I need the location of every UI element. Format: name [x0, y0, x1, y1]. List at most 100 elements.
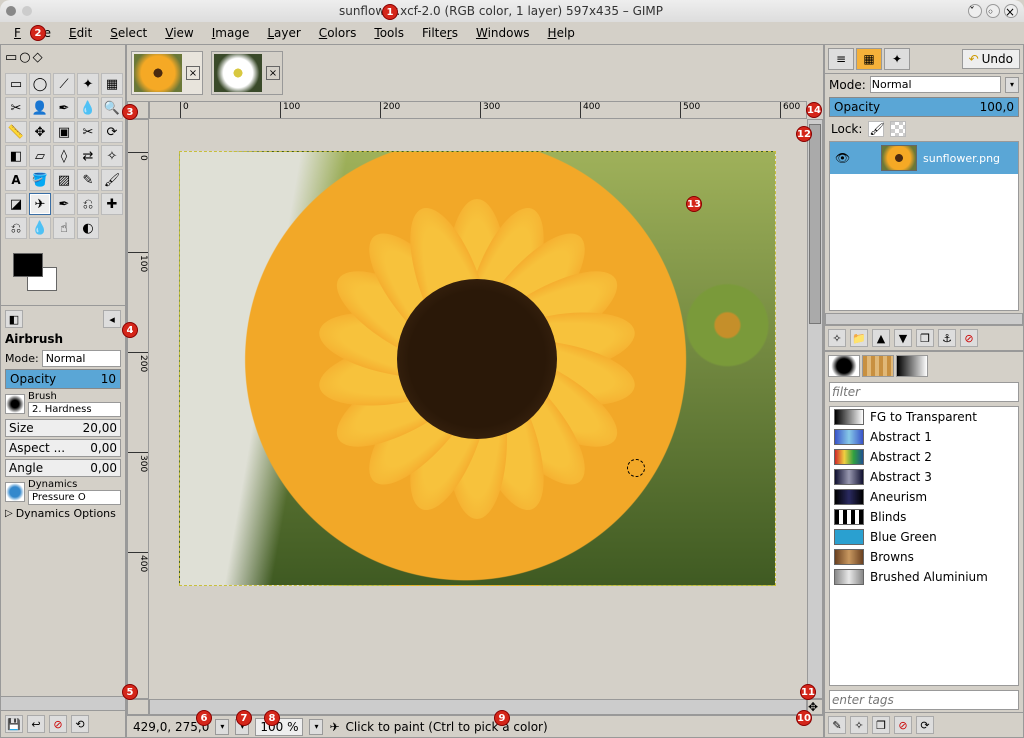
flip-tool[interactable]: ⇄: [77, 145, 99, 167]
by-color-select-tool[interactable]: ▦: [101, 73, 123, 95]
zoom-dropdown-right[interactable]: ▾: [309, 719, 323, 735]
quickmask-toggle[interactable]: [127, 699, 149, 715]
horizontal-ruler[interactable]: 0100200300400500600: [149, 101, 807, 119]
crop-tool[interactable]: ✂: [77, 121, 99, 143]
close-button[interactable]: ×: [1004, 4, 1018, 18]
airbrush-tool[interactable]: ✈: [29, 193, 51, 215]
gradients-tab-icon[interactable]: [896, 355, 928, 377]
scale-tool[interactable]: ◧: [5, 145, 27, 167]
gradient-tags-input[interactable]: [829, 690, 1019, 710]
menu-edit[interactable]: Edit: [61, 24, 100, 42]
align-tool[interactable]: ▣: [53, 121, 75, 143]
reset-preset-icon[interactable]: ⟲: [71, 715, 89, 733]
clone-tool[interactable]: ⎌: [77, 193, 99, 215]
shear-tool[interactable]: ▱: [29, 145, 51, 167]
opacity-slider[interactable]: Opacity 10: [5, 369, 121, 389]
gradient-item[interactable]: Abstract 1: [830, 427, 1018, 447]
raise-layer-icon[interactable]: ▲: [872, 329, 890, 347]
lock-alpha-icon[interactable]: [890, 121, 906, 137]
move-tool[interactable]: ✥: [29, 121, 51, 143]
gradient-item[interactable]: Blue Green: [830, 527, 1018, 547]
layers-hscroll[interactable]: [825, 313, 1023, 325]
text-tool[interactable]: A: [5, 169, 27, 191]
size-field[interactable]: Size20,00: [5, 419, 121, 437]
aspect-field[interactable]: Aspect ...0,00: [5, 439, 121, 457]
layer-opacity-slider[interactable]: Opacity100,0: [829, 97, 1019, 117]
refresh-gradient-icon[interactable]: ⟳: [916, 716, 934, 734]
layer-mode-select[interactable]: Normal: [870, 76, 1001, 93]
brush-name[interactable]: 2. Hardness: [28, 402, 121, 417]
restore-preset-icon[interactable]: ↩: [27, 715, 45, 733]
delete-gradient-icon[interactable]: ⊘: [894, 716, 912, 734]
mode-select[interactable]: Normal: [42, 350, 121, 367]
image-tab-daisy[interactable]: ×: [211, 51, 283, 95]
gradient-item[interactable]: Brushed Aluminium: [830, 567, 1018, 587]
layers-tab-icon[interactable]: ≡: [828, 48, 854, 70]
paths-tab-icon[interactable]: ✦: [884, 48, 910, 70]
expand-icon[interactable]: ▷: [5, 508, 13, 519]
menu-colors[interactable]: Colors: [311, 24, 365, 42]
dropdown-icon[interactable]: ▾: [1005, 77, 1019, 93]
gradient-filter-input[interactable]: [829, 382, 1019, 402]
perspective-clone-tool[interactable]: ⎌: [5, 217, 27, 239]
measure-tool[interactable]: 📏: [5, 121, 27, 143]
gradient-item[interactable]: Aneurism: [830, 487, 1018, 507]
menu-layer[interactable]: Layer: [259, 24, 308, 42]
color-picker-tool[interactable]: 💧: [77, 97, 99, 119]
detach-icon[interactable]: ◂: [103, 310, 121, 328]
angle-field[interactable]: Angle0,00: [5, 459, 121, 477]
tool-options-tab-icon[interactable]: ◧: [5, 310, 23, 328]
gradient-item[interactable]: Browns: [830, 547, 1018, 567]
rect-select-tool[interactable]: ▭: [5, 73, 27, 95]
heal-tool[interactable]: ✚: [101, 193, 123, 215]
paintbrush-tool[interactable]: 🖌: [101, 169, 123, 191]
gradient-item[interactable]: Blinds: [830, 507, 1018, 527]
units-dropdown[interactable]: ▾: [215, 719, 229, 735]
menu-view[interactable]: View: [157, 24, 201, 42]
undo-button[interactable]: ↶Undo: [962, 49, 1020, 69]
menu-help[interactable]: Help: [540, 24, 583, 42]
gradient-item[interactable]: Abstract 3: [830, 467, 1018, 487]
cage-tool[interactable]: ✧: [101, 145, 123, 167]
fuzzy-select-tool[interactable]: ✦: [77, 73, 99, 95]
foreground-select-tool[interactable]: 👤: [29, 97, 51, 119]
save-preset-icon[interactable]: 💾: [5, 715, 23, 733]
brush-thumb-icon[interactable]: [5, 394, 25, 414]
dodge-burn-tool[interactable]: ◐: [77, 217, 99, 239]
zoom-tool[interactable]: 🔍: [101, 97, 123, 119]
channels-tab-icon[interactable]: ▦: [856, 48, 882, 70]
ellipse-select-tool[interactable]: ◯: [29, 73, 51, 95]
free-select-tool[interactable]: ⟋: [53, 73, 75, 95]
color-swatches[interactable]: [7, 249, 119, 299]
rotate-tool[interactable]: ⟳: [101, 121, 123, 143]
scissors-tool[interactable]: ✂: [5, 97, 27, 119]
menu-image[interactable]: Image: [204, 24, 258, 42]
new-layer-icon[interactable]: ✧: [828, 329, 846, 347]
new-group-icon[interactable]: 📁: [850, 329, 868, 347]
menu-filters[interactable]: Filters: [414, 24, 466, 42]
gradient-item[interactable]: FG to Transparent: [830, 407, 1018, 427]
patterns-tab-icon[interactable]: [862, 355, 894, 377]
minimize-button[interactable]: ˇ: [968, 4, 982, 18]
duplicate-gradient-icon[interactable]: ❐: [872, 716, 890, 734]
maximize-button[interactable]: ◦: [986, 4, 1000, 18]
brushes-tab-icon[interactable]: [828, 355, 860, 377]
lock-pixels-icon[interactable]: 🖌: [868, 121, 884, 137]
canvas-viewport[interactable]: [149, 119, 807, 699]
bucket-fill-tool[interactable]: 🪣: [29, 169, 51, 191]
toolbox-hscroll[interactable]: [1, 697, 125, 710]
lower-layer-icon[interactable]: ▼: [894, 329, 912, 347]
blur-tool[interactable]: 💧: [29, 217, 51, 239]
eraser-tool[interactable]: ◪: [5, 193, 27, 215]
layer-item[interactable]: 👁sunflower.png: [830, 142, 1018, 174]
image-tab-sunflower[interactable]: ×: [131, 51, 203, 95]
close-tab-icon[interactable]: ×: [186, 66, 200, 80]
new-gradient-icon[interactable]: ✧: [850, 716, 868, 734]
menu-select[interactable]: Select: [102, 24, 155, 42]
dynamics-options[interactable]: Dynamics Options: [16, 507, 116, 520]
close-tab-icon[interactable]: ×: [266, 66, 280, 80]
layer-name[interactable]: sunflower.png: [923, 152, 1000, 165]
blend-tool[interactable]: ▨: [53, 169, 75, 191]
foreground-color[interactable]: [13, 253, 43, 277]
edit-gradient-icon[interactable]: ✎: [828, 716, 846, 734]
